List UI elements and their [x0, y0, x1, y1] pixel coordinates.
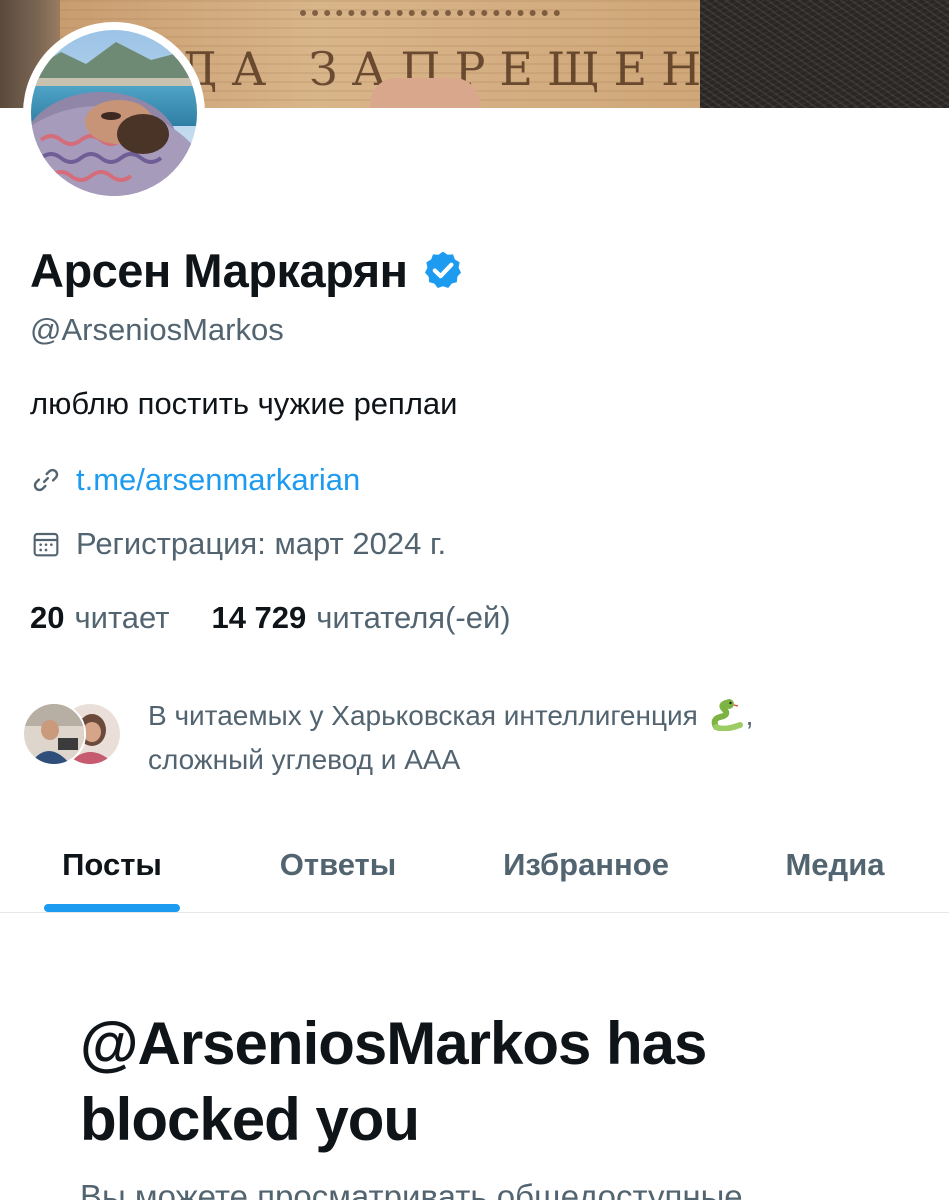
banner-burned-marks: [300, 0, 560, 16]
profile-link[interactable]: t.me/arsenmarkarian: [76, 462, 360, 498]
followers-stat[interactable]: 14 729 читателя(-ей): [211, 600, 510, 636]
tab-posts[interactable]: Посты: [44, 818, 180, 912]
following-label: читает: [74, 600, 170, 635]
blocked-notice-subtitle: Вы можете просматривать общедоступные: [80, 1178, 743, 1200]
followed-by-text: В читаемых у Харьковская интеллигенция ,…: [148, 694, 908, 782]
active-tab-indicator: [44, 904, 180, 912]
following-count: 20: [30, 600, 65, 635]
profile-bio: люблю постить чужие реплаи: [30, 386, 458, 421]
avatar-photo: [31, 30, 197, 196]
followed-by-avatars: [22, 702, 132, 766]
profile-stats: 20 читает 14 729 читателя(-ей): [30, 600, 511, 636]
followers-label: читателя(-ей): [316, 600, 511, 635]
profile-avatar[interactable]: [23, 22, 205, 204]
blocked-notice-title: @ArseniosMarkos has blocked you: [80, 1010, 707, 1153]
follower-avatar: [22, 702, 86, 766]
profile-link-row: t.me/arsenmarkarian: [30, 462, 360, 498]
profile-display-name: Арсен Маркарян: [30, 243, 408, 297]
tab-likes[interactable]: Избранное: [480, 818, 692, 912]
profile-join-row: Регистрация: март 2024 г.: [30, 526, 446, 562]
followed-by-section[interactable]: В читаемых у Харьковская интеллигенция ,…: [22, 690, 922, 790]
link-icon: [33, 468, 59, 492]
followed-by-line1: В читаемых у Харьковская интеллигенция: [148, 700, 698, 731]
profile-tabs: Посты Ответы Избранное Медиа: [0, 818, 949, 913]
followed-by-line2: сложный углевод и ААА: [148, 744, 461, 775]
verified-badge-icon[interactable]: [422, 249, 464, 291]
banner-hand: [370, 78, 480, 108]
calendar-icon: [33, 532, 59, 557]
snake-emoji-icon: [711, 699, 743, 731]
banner-dark-texture: [700, 0, 949, 108]
profile-handle: @ArseniosMarkos: [30, 312, 284, 347]
tab-media[interactable]: Медиа: [760, 818, 910, 912]
following-stat[interactable]: 20 читает: [30, 600, 169, 636]
tab-replies[interactable]: Ответы: [255, 818, 421, 912]
profile-name-row: Арсен Маркарян: [30, 238, 464, 302]
profile-join-date: Регистрация: март 2024 г.: [76, 526, 447, 561]
followed-by-comma: ,: [745, 700, 754, 731]
followers-count: 14 729: [211, 600, 307, 635]
